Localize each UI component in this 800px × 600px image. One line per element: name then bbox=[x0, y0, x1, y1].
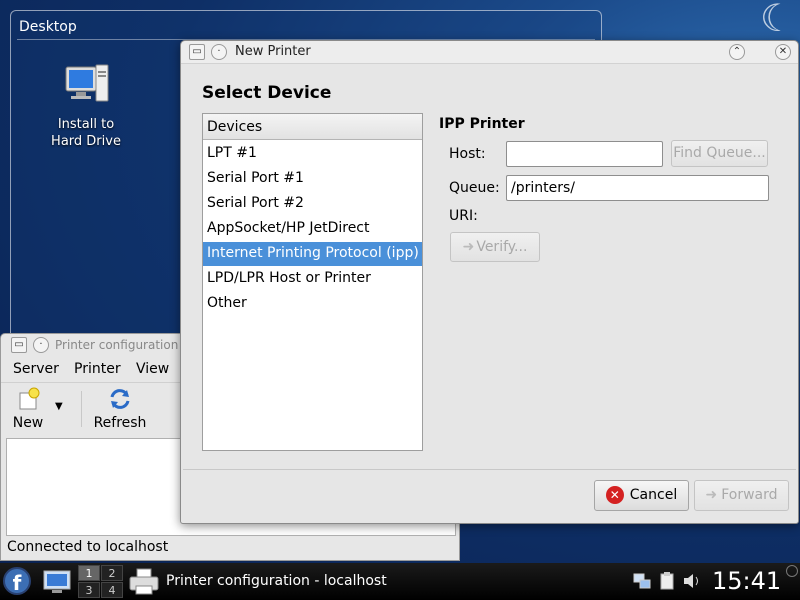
uri-label: URI: bbox=[449, 208, 478, 224]
queue-label: Queue: bbox=[449, 180, 500, 196]
queue-input[interactable] bbox=[506, 175, 769, 201]
host-input[interactable] bbox=[506, 141, 663, 167]
ipp-printer-title: IPP Printer bbox=[439, 116, 525, 132]
pager-desktop-4[interactable]: 4 bbox=[101, 582, 123, 598]
status-bar-text: Connected to localhost bbox=[7, 539, 169, 555]
refresh-button[interactable]: Refresh bbox=[93, 387, 147, 431]
toolbar-separator bbox=[81, 391, 82, 427]
show-desktop-icon[interactable] bbox=[40, 569, 74, 595]
find-queue-button[interactable]: Find Queue... bbox=[671, 140, 768, 167]
device-item-other[interactable]: Other bbox=[203, 292, 422, 316]
device-item-lpd[interactable]: LPD/LPR Host or Printer bbox=[203, 267, 422, 291]
refresh-icon bbox=[110, 389, 130, 409]
device-item-serial1[interactable]: Serial Port #1 bbox=[203, 167, 422, 191]
printer-menu-icon[interactable]: ▭ bbox=[11, 337, 27, 353]
task-label: Printer configuration - localhost bbox=[166, 573, 387, 589]
menu-server[interactable]: Server bbox=[13, 361, 59, 377]
task-printer-configuration[interactable]: Printer configuration - localhost bbox=[128, 565, 398, 598]
forward-arrow-icon: ➜ bbox=[705, 487, 718, 503]
network-icon[interactable] bbox=[632, 571, 652, 591]
new-dropdown-chevron-icon[interactable]: ▼ bbox=[55, 401, 63, 412]
menu-printer[interactable]: Printer bbox=[74, 361, 121, 377]
printer-window-icon[interactable]: ▭ bbox=[189, 44, 205, 60]
dialog-divider bbox=[183, 469, 796, 470]
computer-icon bbox=[65, 64, 109, 102]
pin-icon[interactable]: · bbox=[33, 337, 49, 353]
cancel-button[interactable]: ✕ Cancel bbox=[594, 480, 689, 511]
verify-arrow-icon: ➜ bbox=[462, 239, 475, 255]
device-item-serial2[interactable]: Serial Port #2 bbox=[203, 192, 422, 216]
new-printer-icon bbox=[19, 387, 40, 410]
pager-desktop-3[interactable]: 3 bbox=[78, 582, 100, 598]
dialog-title: New Printer bbox=[235, 44, 311, 59]
fedora-menu-icon[interactable]: f bbox=[3, 567, 31, 595]
taskbar: f 1 2 3 4 Printer configuration - localh… bbox=[0, 563, 800, 600]
devices-column-header[interactable]: Devices bbox=[203, 114, 422, 140]
verify-button[interactable]: ➜ Verify... bbox=[450, 232, 540, 262]
printer-icon bbox=[129, 568, 159, 595]
desktop-pager: 1 2 3 4 bbox=[78, 565, 124, 598]
new-button[interactable]: New bbox=[11, 387, 45, 431]
device-item-lpt1[interactable]: LPT #1 bbox=[203, 142, 422, 166]
host-label: Host: bbox=[449, 146, 486, 162]
pc-title: Printer configuration bbox=[55, 338, 179, 352]
install-to-hard-drive-icon[interactable]: Install to Hard Drive bbox=[47, 63, 125, 150]
cancel-label: Cancel bbox=[629, 487, 678, 503]
pin-icon[interactable]: · bbox=[211, 44, 227, 60]
close-icon[interactable]: ✕ bbox=[775, 44, 791, 60]
verify-label: Verify... bbox=[476, 239, 528, 255]
select-device-heading: Select Device bbox=[202, 83, 332, 103]
maximize-icon[interactable]: ⌃ bbox=[729, 44, 745, 60]
menu-view[interactable]: View bbox=[136, 361, 169, 377]
volume-icon[interactable] bbox=[682, 571, 704, 591]
install-label-line2: Hard Drive bbox=[51, 134, 121, 149]
device-item-ipp[interactable]: Internet Printing Protocol (ipp) bbox=[203, 242, 422, 266]
pager-desktop-2[interactable]: 2 bbox=[101, 565, 123, 581]
moon-decoration-icon: ☾ bbox=[759, 0, 794, 40]
new-printer-dialog: ▭ · New Printer ⌃ ✕ Select Device Device… bbox=[180, 40, 799, 524]
forward-button[interactable]: ➜ Forward bbox=[694, 480, 789, 511]
clock: 15:41 bbox=[712, 567, 782, 595]
new-label: New bbox=[12, 415, 44, 431]
dialog-titlebar[interactable]: ▭ · New Printer ⌃ ✕ bbox=[181, 41, 798, 64]
clipboard-icon[interactable] bbox=[657, 571, 677, 591]
device-item-appsocket[interactable]: AppSocket/HP JetDirect bbox=[203, 217, 422, 241]
pager-desktop-1[interactable]: 1 bbox=[78, 565, 100, 581]
refresh-label: Refresh bbox=[93, 415, 147, 431]
cancel-icon: ✕ bbox=[605, 486, 624, 504]
devices-list: Devices LPT #1 Serial Port #1 Serial Por… bbox=[202, 113, 423, 451]
forward-label: Forward bbox=[721, 487, 778, 503]
install-label-line1: Install to bbox=[57, 117, 115, 132]
desktop-folder-title: Desktop bbox=[19, 19, 77, 35]
panel-toolbox-icon[interactable] bbox=[786, 565, 798, 577]
